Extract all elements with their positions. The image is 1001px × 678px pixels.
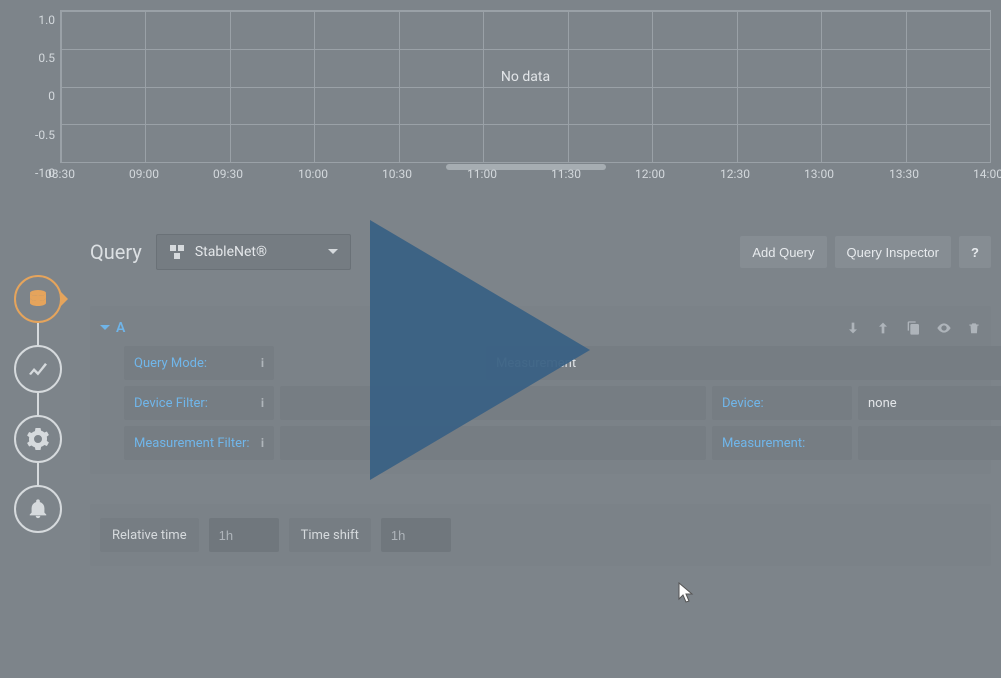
relative-time-input[interactable] (209, 518, 279, 552)
eye-icon[interactable] (935, 320, 953, 336)
query-letter: A (116, 320, 125, 336)
time-shift-input[interactable] (381, 518, 451, 552)
time-options-row: Relative time Time shift (90, 504, 991, 566)
device-dropdown[interactable]: none (858, 386, 1001, 420)
info-icon[interactable]: i (261, 436, 264, 450)
device-filter-label: Device Filter:i (124, 386, 274, 420)
datasource-name: StableNet® (195, 244, 267, 260)
trash-icon[interactable] (967, 320, 981, 336)
rail-step-alert[interactable] (14, 485, 62, 533)
x-tick: 13:00 (804, 167, 834, 181)
rail-step-queries[interactable] (14, 275, 62, 323)
move-down-icon[interactable] (845, 320, 861, 336)
x-tick: 09:30 (213, 167, 243, 181)
query-inspector-button[interactable]: Query Inspector (835, 236, 952, 268)
chart-plot-area: No data (60, 10, 991, 163)
time-shift-label: Time shift (289, 518, 371, 552)
info-icon[interactable]: i (261, 396, 264, 410)
chart-icon (26, 357, 50, 381)
gear-icon (26, 427, 50, 451)
x-tick: 08:30 (45, 167, 75, 181)
help-button[interactable]: ? (959, 236, 991, 268)
editor-side-rail (10, 275, 66, 555)
x-tick: 12:30 (720, 167, 750, 181)
x-tick: 11:30 (551, 167, 581, 181)
chevron-down-icon (100, 325, 110, 335)
query-mode-label: Query Mode:i (124, 346, 274, 380)
y-tick: -0.5 (35, 128, 55, 142)
y-tick: 0 (48, 89, 55, 103)
y-tick: 1.0 (38, 13, 55, 27)
bell-icon (27, 498, 49, 520)
move-up-icon[interactable] (875, 320, 891, 336)
rail-step-visualization[interactable] (14, 345, 62, 393)
measurement-filter-label: Measurement Filter:i (124, 426, 274, 460)
chevron-down-icon (328, 249, 338, 259)
relative-time-label: Relative time (100, 518, 199, 552)
measurement-label: Measurement: (712, 426, 852, 460)
x-tick: 10:30 (382, 167, 412, 181)
y-tick: 0.5 (38, 51, 55, 65)
x-tick: 10:00 (298, 167, 328, 181)
x-tick: 09:00 (129, 167, 159, 181)
add-query-button[interactable]: Add Query (740, 236, 826, 268)
info-icon[interactable]: i (261, 356, 264, 370)
device-label: Device: (712, 386, 852, 420)
measurement-dropdown[interactable] (858, 426, 1001, 460)
x-tick: 12:00 (635, 167, 665, 181)
duplicate-icon[interactable] (905, 320, 921, 336)
editor-title: Query (90, 240, 142, 264)
x-tick: 11:00 (467, 167, 497, 181)
x-tick: 13:30 (889, 167, 919, 181)
datasource-icon (169, 244, 185, 260)
x-tick: 14:00 (973, 167, 1001, 181)
video-play-overlay-icon[interactable] (370, 220, 590, 480)
chart-no-data-text: No data (501, 69, 550, 85)
datasource-picker[interactable]: StableNet® (156, 234, 351, 270)
rail-step-general[interactable] (14, 415, 62, 463)
empty-chart-panel: No data 1.0 0.5 0 -0.5 -1.0 08:30 09:00 … (0, 10, 1001, 185)
database-icon (26, 287, 50, 311)
